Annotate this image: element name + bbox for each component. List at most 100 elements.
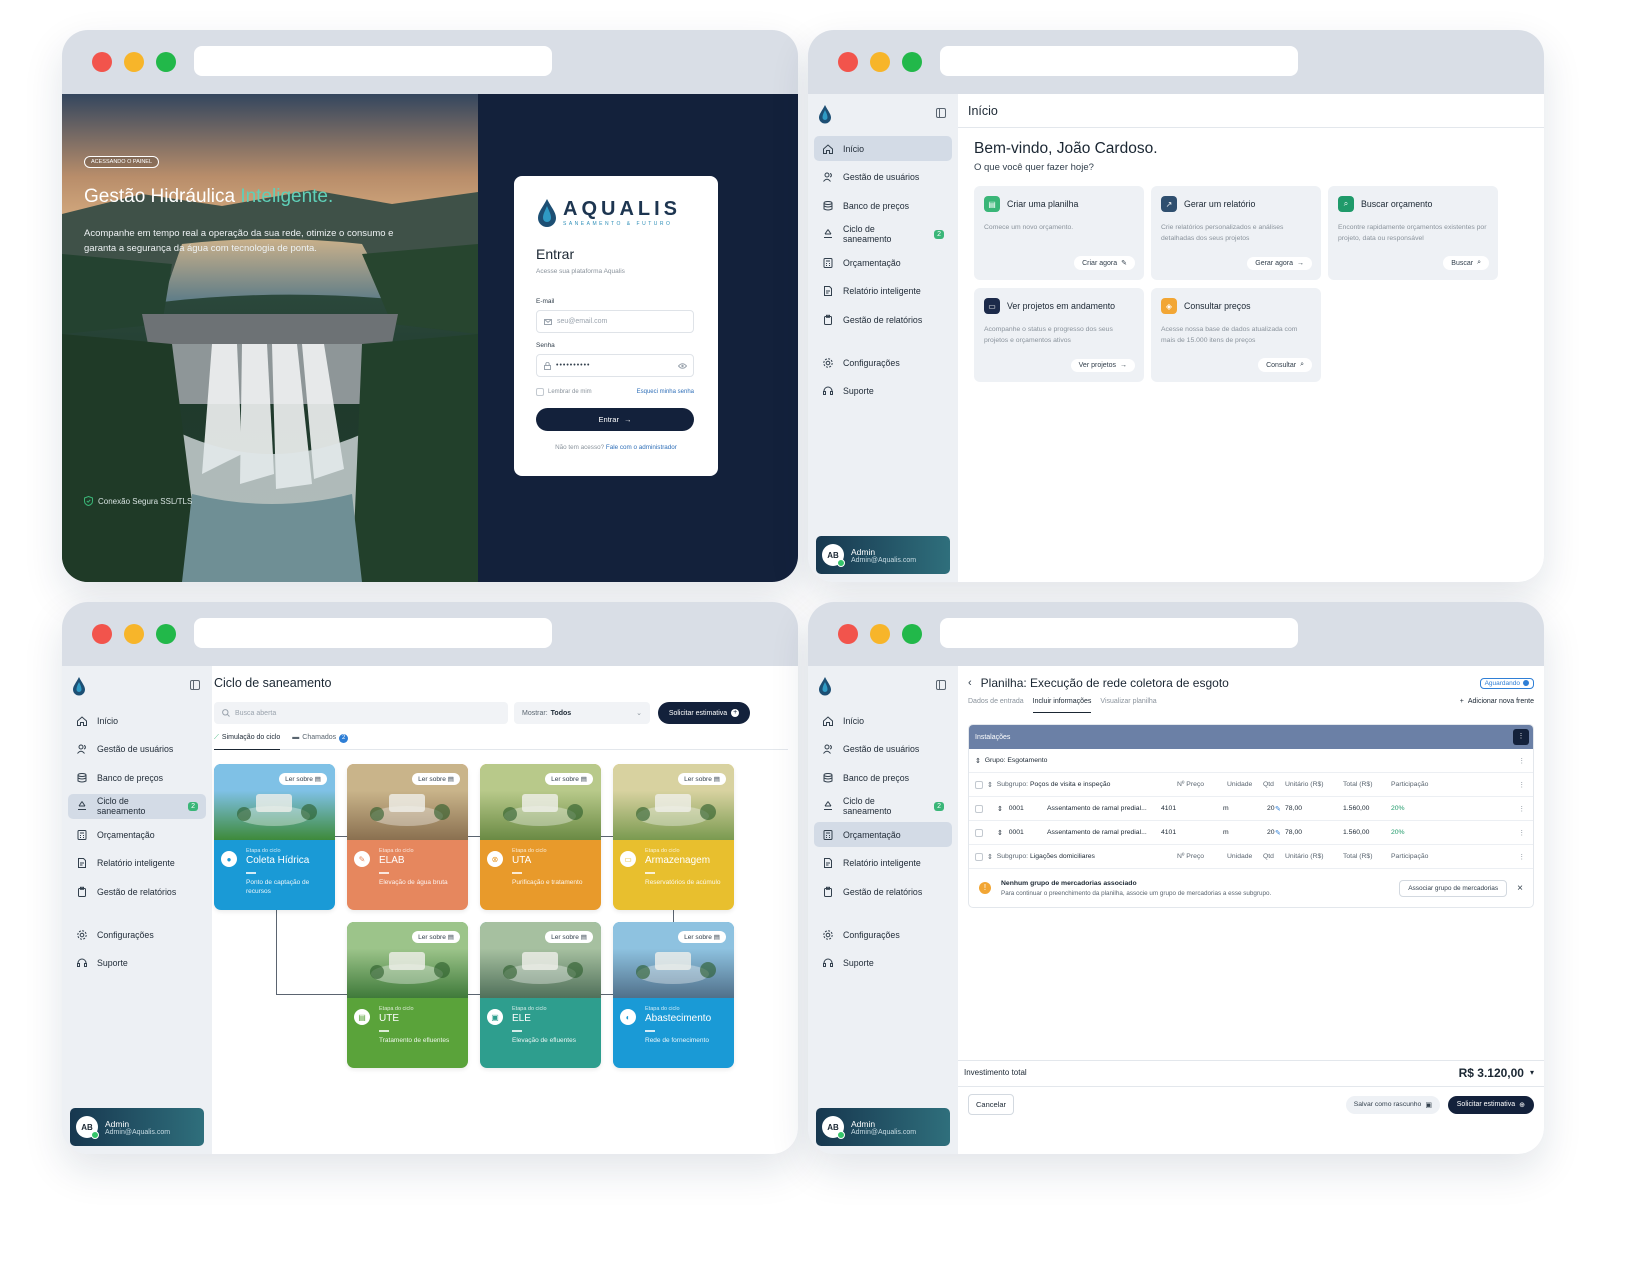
- sidebar-item-suporte[interactable]: Suporte: [814, 951, 952, 976]
- tile-action-button[interactable]: Consultar ⌕: [1258, 358, 1312, 372]
- sidebar-item-usuarios[interactable]: Gestão de usuários: [814, 737, 952, 762]
- request-estimate-button[interactable]: Solicitar estimativa ⊕: [1447, 1095, 1534, 1114]
- row-checkbox[interactable]: [975, 828, 983, 837]
- read-about-button[interactable]: Ler sobre ▤: [678, 931, 726, 943]
- action-tile[interactable]: ⌕ Buscar orçamento Encontre rapidamente o…: [1328, 186, 1498, 280]
- row-checkbox[interactable]: [975, 780, 983, 789]
- read-about-button[interactable]: Ler sobre ▤: [412, 773, 460, 785]
- tab-input-data[interactable]: Dados de entrada: [968, 698, 1024, 713]
- sidebar-item-orcamentacao[interactable]: Orçamentação: [68, 822, 206, 847]
- cancel-button[interactable]: Cancelar: [968, 1094, 1015, 1115]
- sidebar-item-banco-precos[interactable]: Banco de preços: [68, 765, 206, 790]
- drag-handle-icon[interactable]: ⇕: [987, 853, 993, 861]
- edit-icon[interactable]: ✎: [1275, 829, 1281, 837]
- sidebar-item-banco-precos[interactable]: Banco de preços: [814, 193, 952, 218]
- address-bar[interactable]: [940, 46, 1298, 76]
- more-vertical-icon[interactable]: ⋮: [1518, 781, 1525, 789]
- back-chevron-icon[interactable]: ‹: [968, 677, 972, 689]
- user-profile-card[interactable]: AB Admin Admin@Aqualis.com: [70, 1108, 204, 1146]
- table-row[interactable]: ⇕ 0001 Assentamento de ramal predial... 4…: [969, 821, 1533, 845]
- water-drop-logo-icon[interactable]: [818, 104, 832, 124]
- drag-handle-icon[interactable]: ⇕: [997, 805, 1003, 813]
- action-tile[interactable]: ▭ Ver projetos em andamento Acompanhe o s…: [974, 288, 1144, 382]
- close-dot[interactable]: [92, 624, 112, 644]
- close-dot[interactable]: [838, 624, 858, 644]
- sidebar-item-orcamentacao[interactable]: Orçamentação: [814, 250, 952, 275]
- action-tile[interactable]: ↗ Gerar um relatório Crie relatórios pers…: [1151, 186, 1321, 280]
- more-vertical-icon[interactable]: ⋮: [1518, 805, 1525, 813]
- water-drop-logo-icon[interactable]: [72, 676, 86, 696]
- sidebar-item-ciclo[interactable]: Ciclo de saneamento 2: [814, 222, 952, 247]
- password-field[interactable]: ••••••••••: [536, 354, 694, 377]
- read-about-button[interactable]: Ler sobre ▤: [279, 773, 327, 785]
- chevron-down-icon[interactable]: ▾: [1530, 1068, 1534, 1077]
- close-icon[interactable]: ×: [1517, 883, 1523, 894]
- user-profile-card[interactable]: AB Admin Admin@Aqualis.com: [816, 1108, 950, 1146]
- edit-icon[interactable]: ✎: [1275, 805, 1281, 813]
- close-dot[interactable]: [92, 52, 112, 72]
- close-dot[interactable]: [838, 52, 858, 72]
- login-submit-button[interactable]: Entrar →: [536, 408, 694, 431]
- action-tile[interactable]: ▤ Criar uma planilha Comece um novo orçam…: [974, 186, 1144, 280]
- tab-include-info[interactable]: Incluir informações: [1032, 698, 1092, 713]
- sidebar-item-suporte[interactable]: Suporte: [68, 951, 206, 976]
- maximize-dot[interactable]: [902, 624, 922, 644]
- more-vertical-icon[interactable]: ⋮: [1518, 853, 1525, 861]
- associate-group-button[interactable]: Associar grupo de mercadorias: [1399, 879, 1508, 897]
- address-bar[interactable]: [194, 618, 552, 648]
- minimize-dot[interactable]: [870, 624, 890, 644]
- row-checkbox[interactable]: [975, 804, 983, 813]
- action-tile[interactable]: ◈ Consultar preços Acesse nossa base de d…: [1151, 288, 1321, 382]
- more-vertical-icon[interactable]: ⋮: [1518, 757, 1525, 765]
- sidebar-item-gestao-relatorios[interactable]: Gestão de relatórios: [814, 879, 952, 904]
- sidebar-item-usuarios[interactable]: Gestão de usuários: [68, 737, 206, 762]
- sidebar-item-relatorio-inteligente[interactable]: Relatório inteligente: [814, 851, 952, 876]
- cycle-stage-card[interactable]: Ler sobre ▤ ▭ Etapa do ciclo Armazenagem…: [613, 764, 734, 910]
- cycle-stage-card[interactable]: Ler sobre ▤ ● Etapa do ciclo Coleta Hídr…: [214, 764, 335, 910]
- minimize-dot[interactable]: [124, 624, 144, 644]
- row-checkbox[interactable]: [975, 852, 983, 861]
- drag-handle-icon[interactable]: ⇕: [975, 757, 981, 765]
- sidebar-item-gestao-relatorios[interactable]: Gestão de relatórios: [68, 879, 206, 904]
- cycle-stage-card[interactable]: Ler sobre ▤ ⊗ Etapa do ciclo UTA Purific…: [480, 764, 601, 910]
- forgot-password-link[interactable]: Esqueci minha senha: [637, 389, 694, 395]
- table-row[interactable]: ⇕ 0001 Assentamento de ramal predial... 4…: [969, 797, 1533, 821]
- minimize-dot[interactable]: [124, 52, 144, 72]
- add-front-button[interactable]: + Adicionar nova frente: [1460, 698, 1534, 713]
- read-about-button[interactable]: Ler sobre ▤: [545, 773, 593, 785]
- more-vertical-icon[interactable]: ⋮: [1518, 829, 1525, 837]
- maximize-dot[interactable]: [156, 52, 176, 72]
- sidebar-item-inicio[interactable]: Início: [814, 136, 952, 161]
- drag-handle-icon[interactable]: ⇕: [997, 829, 1003, 837]
- sidebar-item-suporte[interactable]: Suporte: [814, 379, 952, 404]
- sidebar-item-configuracoes[interactable]: Configurações: [68, 922, 206, 947]
- minimize-dot[interactable]: [870, 52, 890, 72]
- sidebar-toggle-icon[interactable]: [190, 680, 200, 690]
- sidebar-item-orcamentacao[interactable]: Orçamentação: [814, 822, 952, 847]
- water-drop-logo-icon[interactable]: [818, 676, 832, 696]
- sidebar-item-ciclo[interactable]: Ciclo de saneamento 2: [814, 794, 952, 819]
- maximize-dot[interactable]: [902, 52, 922, 72]
- sidebar-item-inicio[interactable]: Início: [68, 708, 206, 733]
- sidebar-item-ciclo[interactable]: Ciclo de saneamento 2: [68, 793, 206, 819]
- sidebar-item-relatorio-inteligente[interactable]: Relatório inteligente: [68, 851, 206, 876]
- sidebar-item-configuracoes[interactable]: Configurações: [814, 350, 952, 375]
- user-profile-card[interactable]: AB Admin Admin@Aqualis.com: [816, 536, 950, 574]
- save-draft-button[interactable]: Salvar como rascunho ▣: [1345, 1095, 1440, 1114]
- cycle-stage-card[interactable]: Ler sobre ▤ ✎ Etapa do ciclo ELAB Elevaç…: [347, 764, 468, 910]
- sidebar-item-relatorio-inteligente[interactable]: Relatório inteligente: [814, 279, 952, 304]
- sidebar-item-gestao-relatorios[interactable]: Gestão de relatórios: [814, 307, 952, 332]
- contact-admin-link[interactable]: Fale com o administrador: [606, 444, 677, 451]
- read-about-button[interactable]: Ler sobre ▤: [412, 931, 460, 943]
- sidebar-item-inicio[interactable]: Início: [814, 708, 952, 733]
- maximize-dot[interactable]: [156, 624, 176, 644]
- sidebar-toggle-icon[interactable]: [936, 680, 946, 690]
- cycle-stage-card[interactable]: Ler sobre ▤ ◐ Etapa do ciclo Abastecimen…: [613, 922, 734, 1068]
- eye-icon[interactable]: [678, 362, 687, 369]
- cycle-stage-card[interactable]: Ler sobre ▤ ▤ Etapa do ciclo UTE Tratame…: [347, 922, 468, 1068]
- read-about-button[interactable]: Ler sobre ▤: [545, 931, 593, 943]
- remember-checkbox[interactable]: [536, 388, 544, 396]
- sidebar-item-configuracoes[interactable]: Configurações: [814, 922, 952, 947]
- address-bar[interactable]: [940, 618, 1298, 648]
- more-vertical-icon[interactable]: ⋮: [1513, 729, 1529, 745]
